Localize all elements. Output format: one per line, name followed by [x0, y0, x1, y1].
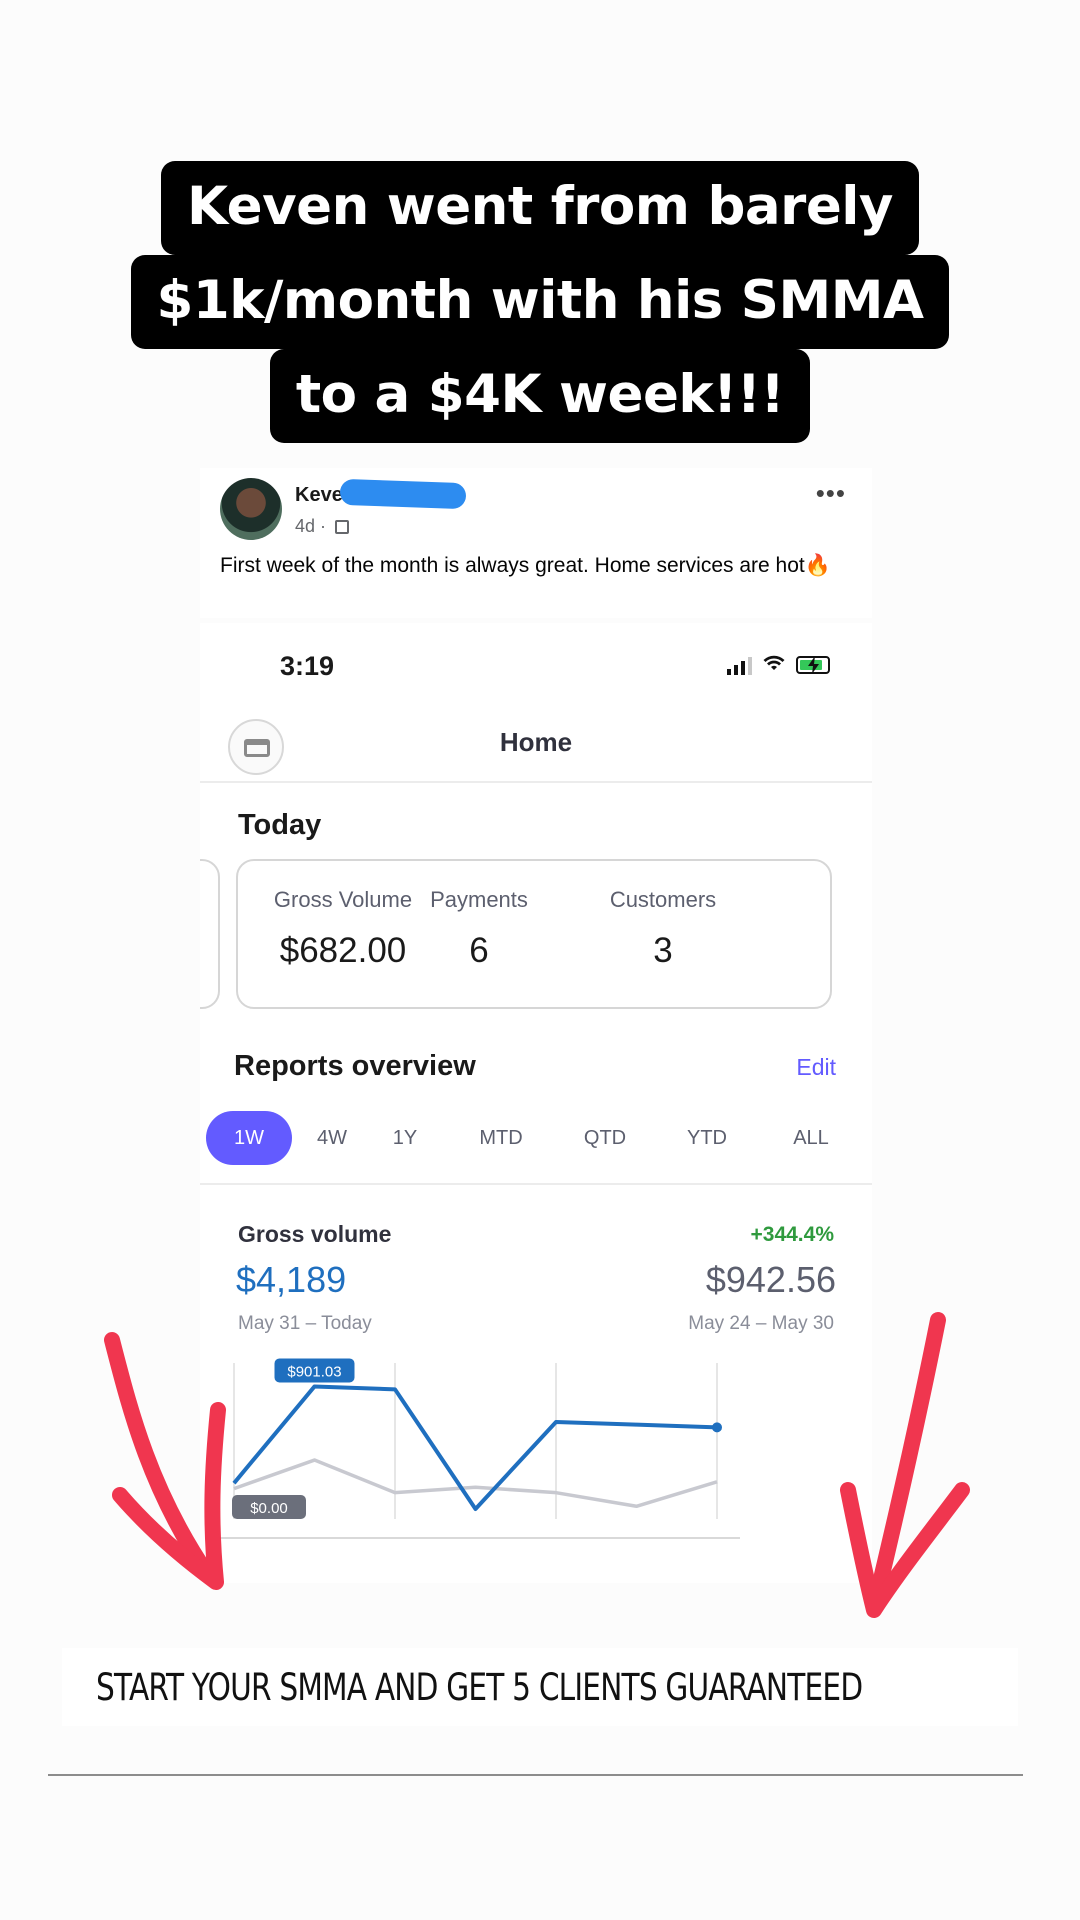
- headline-line-1: Keven went from barely: [161, 161, 919, 255]
- previous-card[interactable]: [200, 859, 220, 1009]
- gross-volume-range: May 31 – Today: [238, 1313, 372, 1334]
- divider: [48, 1774, 1023, 1776]
- metric-label: Payments: [430, 887, 528, 912]
- cta-text: START YOUR SMMA AND GET 5 CLIENTS GUARAN…: [96, 1665, 863, 1709]
- headline-line-2: $1k/month with his SMMA: [130, 255, 950, 349]
- headline: Keven went from barely $1k/month with hi…: [0, 161, 1080, 447]
- post-age: 4d ·: [295, 516, 327, 536]
- headline-line-3: to a $4K week!!!: [269, 349, 811, 443]
- dashboard-screenshot: 3:19 Home Today Gross Volume $682.00 Pay…: [200, 623, 872, 1583]
- today-title: Today: [238, 809, 322, 841]
- gross-volume-chart[interactable]: $901.03 $0.00: [200, 1343, 872, 1563]
- post-body: First week of the month is always great.…: [220, 554, 805, 577]
- status-icons: [727, 653, 830, 677]
- metric-value: 6: [469, 931, 489, 970]
- tab-qtd[interactable]: QTD: [570, 1111, 640, 1165]
- tab-1w[interactable]: 1W: [206, 1111, 292, 1165]
- wifi-icon: [762, 653, 786, 677]
- series-end-point: [712, 1422, 722, 1433]
- metric-payments: Payments 6: [384, 887, 574, 971]
- series-previous-line: [233, 1458, 718, 1509]
- reports-title: Reports overview: [234, 1050, 476, 1082]
- post-card: Keve 4d · ••• First week of the month is…: [200, 468, 872, 618]
- more-options-icon[interactable]: •••: [816, 478, 846, 509]
- post-meta: 4d ·: [295, 516, 350, 537]
- series-current-line: [232, 1384, 718, 1511]
- gross-volume-previous-value: $942.56: [705, 1259, 836, 1300]
- tab-1y[interactable]: 1Y: [380, 1111, 430, 1165]
- redaction-mark: [339, 478, 467, 510]
- nav-divider: [200, 781, 872, 783]
- avatar[interactable]: [220, 478, 282, 540]
- status-time: 3:19: [280, 651, 335, 681]
- tab-all[interactable]: ALL: [776, 1111, 846, 1165]
- tab-ytd[interactable]: YTD: [672, 1111, 742, 1165]
- gross-volume-label: Gross volume: [238, 1221, 392, 1247]
- tab-4w[interactable]: 4W: [302, 1111, 362, 1165]
- nav-title: Home: [499, 727, 573, 757]
- today-card[interactable]: Gross Volume $682.00 Payments 6 Customer…: [236, 859, 832, 1009]
- gross-volume-previous-range: May 24 – May 30: [688, 1313, 834, 1334]
- signal-icon: [727, 655, 752, 675]
- post-text: First week of the month is always great.…: [220, 552, 860, 580]
- metric-label: Customers: [609, 887, 717, 912]
- max-tag-label: $901.03: [287, 1363, 341, 1380]
- gross-volume-value: $4,189: [236, 1259, 347, 1300]
- range-divider: [200, 1183, 872, 1185]
- battery-icon: [796, 656, 830, 674]
- metric-value: 3: [653, 931, 673, 970]
- min-tag-label: $0.00: [250, 1500, 288, 1517]
- left-arrow-icon: [104, 1332, 226, 1590]
- metric-customers: Customers 3: [568, 887, 758, 971]
- gross-volume-change: +344.4%: [750, 1223, 835, 1246]
- tab-mtd[interactable]: MTD: [466, 1111, 536, 1165]
- right-arrow-icon: [840, 1312, 970, 1618]
- post-author[interactable]: Keve: [295, 484, 343, 507]
- fire-icon: 🔥: [804, 554, 831, 577]
- edit-button[interactable]: Edit: [796, 1054, 836, 1081]
- range-tabs: 1W 4W 1Y MTD QTD YTD ALL: [206, 1111, 866, 1165]
- cta-link[interactable]: START YOUR SMMA AND GET 5 CLIENTS GUARAN…: [62, 1648, 1018, 1726]
- group-icon: [335, 520, 350, 534]
